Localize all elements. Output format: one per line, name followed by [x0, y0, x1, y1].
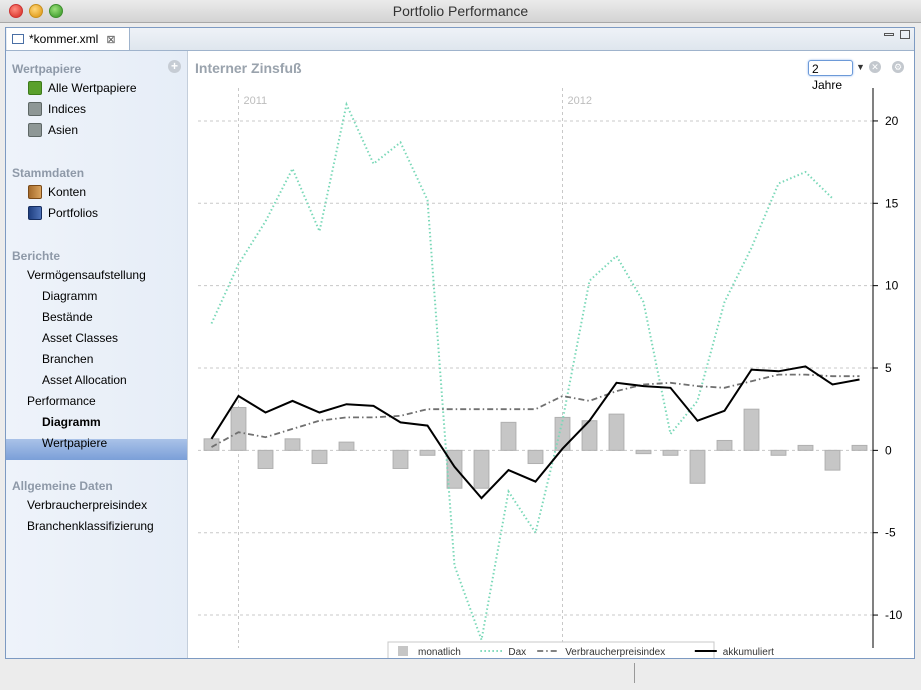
gear-icon[interactable]: ⚙: [892, 61, 904, 73]
sidebar-item-label: Portfolios: [48, 206, 99, 220]
legend-swatch: [398, 646, 408, 656]
bar-monatlich: [554, 416, 571, 451]
irr-chart: -10 -5 0 5 10 15 20 2011 2012 monatlich Dax Verbrau…: [198, 88, 903, 658]
bar-monatlich: [716, 439, 733, 451]
chart-gray-icon: [28, 102, 42, 116]
legend-label: Dax: [508, 647, 526, 658]
sidebar-item-bestaende[interactable]: Bestände: [42, 310, 93, 324]
sidebar-item-label: Indices: [48, 102, 87, 116]
x-year-label: 2011: [244, 95, 268, 107]
sidebar-item-verbraucherpreisindex[interactable]: Verbraucherpreisindex: [27, 498, 147, 512]
window-title: Portfolio Performance: [392, 3, 529, 19]
bar-monatlich: [284, 438, 301, 451]
sidebar-item-label: Asien: [48, 123, 79, 137]
bar-monatlich: [446, 449, 463, 489]
series-line-akkumuliert: [210, 365, 860, 500]
sidebar-item-label: Konten: [48, 185, 87, 199]
bar-monatlich: [851, 444, 868, 451]
y-tick-label: -5: [885, 526, 896, 540]
period-select[interactable]: 2 Jahre: [808, 60, 853, 92]
y-tick-label: -10: [885, 608, 903, 622]
editor-frame: *kommer.xml ⊠ + Wertpapiere Alle Wertpap…: [5, 27, 915, 659]
tab-label: *kommer.xml: [29, 32, 99, 46]
bar-monatlich: [392, 449, 409, 469]
tab-kommer-xml[interactable]: *kommer.xml ⊠: [7, 28, 130, 50]
y-tick-label: 5: [885, 361, 892, 375]
bar-monatlich: [662, 449, 679, 456]
section-stammdaten: Stammdaten: [12, 166, 85, 180]
bar-monatlich: [230, 407, 247, 451]
export-icon[interactable]: ✕: [869, 61, 881, 73]
tab-close-icon[interactable]: ⊠: [106, 33, 115, 46]
maximize-view-icon[interactable]: [900, 30, 910, 39]
sidebar-item-branchen[interactable]: Branchen: [42, 352, 93, 366]
y-tick-label: 10: [885, 279, 899, 293]
bar-monatlich: [473, 449, 490, 489]
sidebar-item-asset-allocation[interactable]: Asset Allocation: [42, 373, 127, 387]
bar-monatlich: [689, 449, 706, 484]
y-tick-label: 20: [885, 114, 899, 128]
bar-monatlich: [824, 449, 841, 471]
navigation-sidebar: + Wertpapiere Alle Wertpapiere Indices A…: [6, 51, 188, 658]
sidebar-item-konten[interactable]: Konten: [28, 185, 86, 199]
sidebar-item-asset-classes[interactable]: Asset Classes: [42, 331, 118, 345]
view-controls: [884, 30, 910, 39]
sidebar-item-diagramm[interactable]: Diagramm: [42, 289, 97, 303]
portfolio-book-icon: [28, 206, 42, 220]
bar-monatlich: [338, 441, 355, 451]
sidebar-item-performance-diagramm[interactable]: Diagramm: [42, 415, 101, 429]
chevron-down-icon[interactable]: ▼: [856, 62, 865, 72]
bar-monatlich: [257, 449, 274, 469]
page-title: Interner Zinsfuß: [195, 60, 302, 76]
series-line-dax: [210, 101, 834, 644]
x-year-label: 2012: [568, 95, 592, 107]
sidebar-item-wertpapiere[interactable]: Wertpapiere: [42, 436, 107, 450]
sidebar-item-asien[interactable]: Asien: [28, 123, 78, 137]
section-berichte: Berichte: [12, 249, 61, 263]
editor-tabstrip: *kommer.xml ⊠: [6, 28, 914, 51]
minimize-view-icon[interactable]: [884, 33, 894, 36]
bar-monatlich: [635, 449, 652, 455]
chart-green-icon: [28, 81, 42, 95]
sidebar-item-portfolios[interactable]: Portfolios: [28, 206, 98, 220]
bar-monatlich: [608, 413, 625, 451]
bar-monatlich: [743, 408, 760, 451]
legend-label: monatlich: [418, 647, 461, 658]
section-allgemeine-daten: Allgemeine Daten: [12, 479, 113, 493]
chart-view: Interner Zinsfuß 2 Jahre ▼ ✕ ⚙ -10 -5 0 5 10…: [188, 51, 914, 658]
bar-monatlich: [500, 421, 517, 451]
window-titlebar: Portfolio Performance: [0, 0, 921, 23]
sidebar-item-performance[interactable]: Performance: [27, 394, 96, 408]
account-book-icon: [28, 185, 42, 199]
sidebar-item-vermoegensaufstellung[interactable]: Vermögensaufstellung: [27, 268, 146, 282]
sidebar-item-alle-wertpapiere[interactable]: Alle Wertpapiere: [28, 81, 137, 95]
sidebar-item-label: Alle Wertpapiere: [48, 81, 137, 95]
y-tick-label: 0: [885, 443, 892, 457]
bar-monatlich: [527, 449, 544, 465]
bar-monatlich: [311, 449, 328, 465]
y-tick-label: 15: [885, 196, 899, 210]
sidebar-item-indices[interactable]: Indices: [28, 102, 86, 116]
series-line-verbraucherpreisindex: [211, 373, 860, 448]
bar-monatlich: [419, 449, 436, 456]
sidebar-item-branchenklassifizierung[interactable]: Branchenklassifizierung: [27, 519, 154, 533]
chart-gray-icon: [28, 123, 42, 137]
statusbar-divider: [634, 663, 635, 683]
file-icon: [12, 34, 24, 44]
legend-label: Verbraucherpreisindex: [565, 647, 665, 658]
add-security-button[interactable]: +: [168, 60, 181, 73]
legend-label: akkumuliert: [723, 647, 774, 658]
section-wertpapiere: Wertpapiere: [12, 62, 82, 76]
bar-monatlich: [770, 449, 787, 456]
bar-monatlich: [797, 444, 814, 451]
